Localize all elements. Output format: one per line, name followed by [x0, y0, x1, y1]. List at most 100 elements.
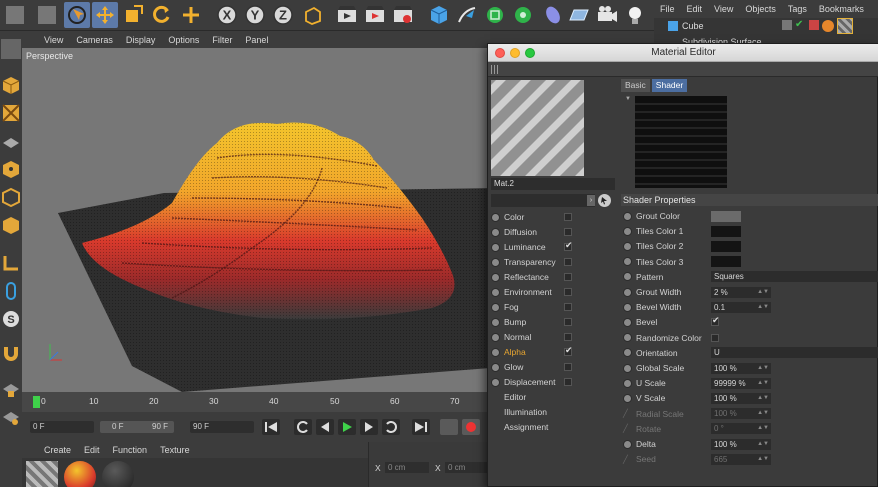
prop-number-field[interactable]: 0.1 ▲▼: [711, 301, 771, 313]
animate-radio-icon[interactable]: [623, 363, 632, 373]
channel-normal[interactable]: Normal: [491, 330, 576, 344]
animate-radio-icon[interactable]: [623, 287, 632, 297]
channel-glow[interactable]: Glow: [491, 360, 576, 374]
spinner-icon[interactable]: ▲▼: [757, 454, 769, 465]
prop-number-field[interactable]: 665 ▲▼: [711, 453, 771, 465]
channel-radio-icon[interactable]: [491, 302, 500, 312]
channel-color[interactable]: Color: [491, 210, 576, 224]
live-selection-icon[interactable]: [64, 2, 90, 28]
prop-number-field[interactable]: 2 % ▲▼: [711, 286, 771, 298]
menu-edit[interactable]: Edit: [687, 4, 703, 14]
channel-radio-icon[interactable]: [491, 347, 500, 357]
object-cube-label[interactable]: Cube: [682, 21, 704, 31]
channel-checkbox[interactable]: [564, 213, 572, 221]
perspective-viewport[interactable]: Perspective: [22, 48, 490, 392]
channel-checkbox[interactable]: [564, 318, 572, 326]
points-mode-icon[interactable]: [1, 159, 21, 179]
phong-tag-icon[interactable]: [809, 20, 819, 30]
enabled-check-icon[interactable]: ✔: [795, 20, 805, 30]
tweak-mode-icon[interactable]: [1, 281, 21, 301]
spinner-icon[interactable]: ▲▼: [757, 302, 769, 313]
deformer-icon[interactable]: [540, 2, 566, 28]
timeline-ruler[interactable]: 0 10 20 30 40 50 60 70: [22, 392, 490, 412]
channel-radio-icon[interactable]: [491, 377, 500, 387]
grid-icon[interactable]: [1, 407, 21, 427]
channel-checkbox[interactable]: [564, 288, 572, 296]
menu-file[interactable]: File: [660, 4, 675, 14]
vp-menu-view[interactable]: View: [44, 35, 63, 45]
channel-reflectance[interactable]: Reflectance: [491, 270, 576, 284]
animate-radio-icon[interactable]: [623, 302, 632, 312]
menu-bookmarks[interactable]: Bookmarks: [819, 4, 864, 14]
material-tag-icon[interactable]: [822, 20, 834, 32]
animate-radio-icon[interactable]: [623, 439, 632, 449]
play-icon[interactable]: [338, 419, 356, 435]
channel-radio-icon[interactable]: [491, 362, 500, 372]
channel-transparency[interactable]: Transparency: [491, 255, 576, 269]
spinner-icon[interactable]: ▲▼: [757, 439, 769, 450]
prop-number-field[interactable]: 100 % ▲▼: [711, 438, 771, 450]
channel-checkbox[interactable]: [564, 345, 573, 356]
arrow-right-icon[interactable]: ›: [587, 195, 595, 206]
vp-menu-panel[interactable]: Panel: [245, 35, 268, 45]
channel-radio-icon[interactable]: [491, 212, 500, 222]
coord-x-position-field[interactable]: 0 cm: [385, 462, 429, 473]
editor-section-illumination[interactable]: Illumination: [491, 405, 576, 419]
channel-radio-icon[interactable]: [491, 332, 500, 342]
channel-checkbox[interactable]: [564, 273, 572, 281]
animate-radio-icon[interactable]: [623, 393, 632, 403]
color-swatch[interactable]: [711, 210, 741, 222]
channel-checkbox[interactable]: [564, 303, 572, 311]
color-swatch[interactable]: [711, 256, 741, 268]
collapse-arrow-icon[interactable]: ▼: [625, 96, 631, 102]
cloner-icon[interactable]: [510, 2, 536, 28]
color-swatch[interactable]: [711, 225, 741, 237]
redo-icon[interactable]: [34, 2, 60, 28]
menu-objects[interactable]: Objects: [745, 4, 776, 14]
animate-radio-icon[interactable]: [623, 272, 632, 282]
animate-radio-icon[interactable]: [623, 257, 632, 267]
vp-menu-filter[interactable]: Filter: [212, 35, 232, 45]
channel-diffusion[interactable]: Diffusion: [491, 225, 576, 239]
animate-radio-icon[interactable]: [623, 211, 632, 221]
channel-checkbox[interactable]: [564, 363, 572, 371]
render-settings-icon[interactable]: [390, 2, 416, 28]
start-frame-field[interactable]: 0 F: [30, 421, 94, 433]
cube-primitive-icon[interactable]: [426, 2, 452, 28]
current-frame-marker[interactable]: [33, 396, 40, 408]
prop-checkbox[interactable]: [711, 333, 719, 342]
y-axis-icon[interactable]: Y: [242, 2, 268, 28]
tab-basic[interactable]: Basic: [621, 79, 650, 92]
prop-number-field[interactable]: 100 % ▲▼: [711, 362, 771, 374]
channel-bump[interactable]: Bump: [491, 315, 576, 329]
texture-mode-icon[interactable]: [1, 103, 21, 123]
render-picture-viewer-icon[interactable]: [362, 2, 388, 28]
spinner-icon[interactable]: ▲▼: [757, 363, 769, 374]
previous-frame-icon[interactable]: [316, 419, 334, 435]
next-key-icon[interactable]: [382, 419, 400, 435]
record-icon[interactable]: [462, 419, 480, 435]
camera-icon[interactable]: [594, 2, 620, 28]
channel-alpha[interactable]: Alpha: [491, 345, 576, 359]
spinner-icon[interactable]: ▲▼: [757, 378, 769, 389]
channel-fog[interactable]: Fog: [491, 300, 576, 314]
channel-environment[interactable]: Environment: [491, 285, 576, 299]
undo-icon[interactable]: [2, 2, 28, 28]
prop-number-field[interactable]: 99999 % ▲▼: [711, 377, 771, 389]
spinner-icon[interactable]: ▲▼: [757, 423, 769, 434]
channel-radio-icon[interactable]: [491, 257, 500, 267]
channel-radio-icon[interactable]: [491, 227, 500, 237]
animate-radio-icon[interactable]: [623, 241, 632, 251]
mat-menu-texture[interactable]: Texture: [160, 445, 190, 455]
vp-menu-options[interactable]: Options: [168, 35, 199, 45]
prop-dropdown[interactable]: Squares: [711, 271, 878, 283]
channel-checkbox[interactable]: [564, 258, 572, 266]
magnet-icon[interactable]: [1, 343, 21, 363]
channel-radio-icon[interactable]: [491, 272, 500, 282]
pick-material-icon[interactable]: [598, 194, 611, 207]
channel-radio-icon[interactable]: [491, 242, 500, 252]
preview-range-slider[interactable]: 0 F 90 F: [100, 421, 174, 433]
rotate-tool-icon[interactable]: [148, 2, 174, 28]
x-axis-icon[interactable]: X: [214, 2, 240, 28]
animate-radio-icon[interactable]: [623, 317, 632, 327]
